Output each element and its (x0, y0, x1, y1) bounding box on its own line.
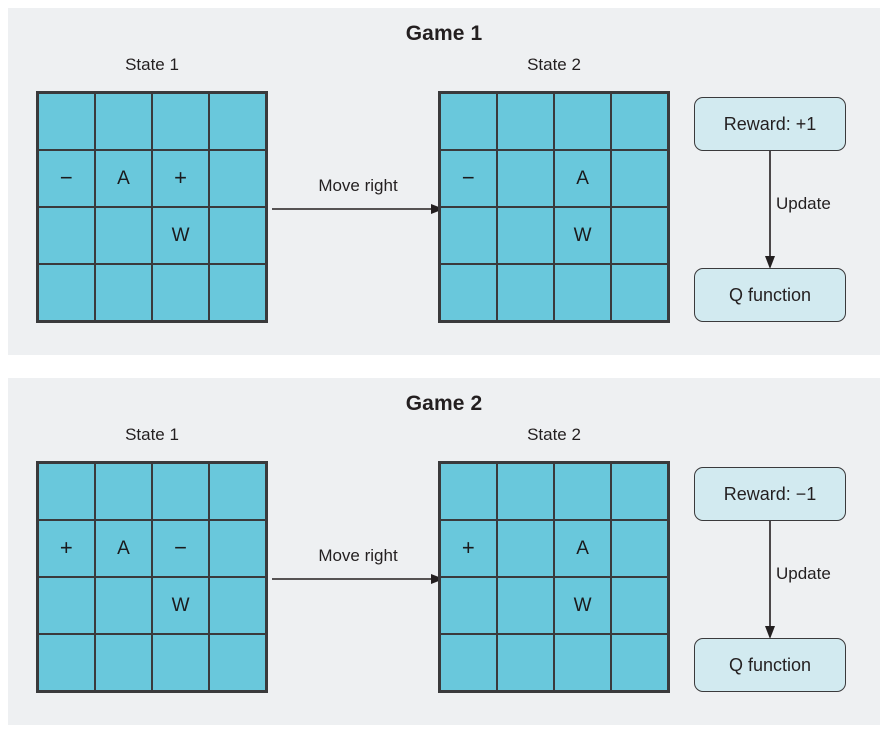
game-title: Game 2 (405, 392, 483, 415)
q-function-box: Q function (694, 638, 846, 692)
grid-cell (497, 264, 554, 321)
grid-cell (95, 207, 152, 264)
grid-cell-negative: − (152, 520, 209, 577)
grid-cell (611, 93, 668, 150)
grid-cell (95, 634, 152, 691)
state-2-label: State 2 (527, 425, 581, 444)
grid-cell (152, 93, 209, 150)
grid-cell (497, 463, 554, 520)
grid-cell (95, 264, 152, 321)
grid-cell (611, 463, 668, 520)
grid-cell (554, 264, 611, 321)
grid-cell (440, 264, 497, 321)
grid-cell (152, 634, 209, 691)
game-title: Game 1 (405, 22, 483, 45)
grid-cell (611, 264, 668, 321)
update-label: Update (776, 564, 831, 583)
game-panel-2: Game 2 State 1 State 2 + A − W Move righ… (8, 378, 880, 725)
grid-cell-agent: A (554, 520, 611, 577)
update-label: Update (776, 194, 831, 213)
state-1-grid: − A + W (36, 91, 268, 323)
grid-cell-negative: − (38, 150, 95, 207)
grid-cell (440, 93, 497, 150)
grid-cell (38, 463, 95, 520)
move-right-arrow-icon (272, 204, 444, 214)
grid-cell (440, 577, 497, 634)
reward-box: Reward: +1 (694, 97, 846, 151)
grid-cell (209, 264, 266, 321)
action-label: Move right (318, 546, 398, 565)
state-1-label: State 1 (125, 425, 179, 444)
grid-cell (209, 463, 266, 520)
grid-cell (611, 207, 668, 264)
grid-cell (554, 634, 611, 691)
reinforcement-learning-figure: Game 1 State 1 State 2 − A + W Move righ… (0, 0, 888, 731)
grid-cell (95, 93, 152, 150)
grid-cell-wall: W (554, 207, 611, 264)
grid-cell (497, 520, 554, 577)
move-right-arrow-icon (272, 574, 444, 584)
grid-cell (38, 207, 95, 264)
grid-cell-wall: W (152, 207, 209, 264)
grid-cell (611, 577, 668, 634)
grid-cell (497, 634, 554, 691)
grid-cell (554, 93, 611, 150)
grid-cell (440, 207, 497, 264)
grid-cell (611, 634, 668, 691)
state-2-grid: + A W (438, 461, 670, 693)
grid-cell (38, 577, 95, 634)
grid-cell (152, 264, 209, 321)
grid-cell (209, 150, 266, 207)
grid-cell (209, 634, 266, 691)
grid-cell (95, 577, 152, 634)
grid-cell (554, 463, 611, 520)
grid-cell (152, 463, 209, 520)
grid-cell-wall: W (554, 577, 611, 634)
grid-cell (497, 207, 554, 264)
grid-cell-positive: + (440, 520, 497, 577)
grid-cell (209, 207, 266, 264)
grid-cell (38, 264, 95, 321)
grid-cell (209, 577, 266, 634)
grid-cell-positive: + (152, 150, 209, 207)
grid-cell-positive: + (38, 520, 95, 577)
grid-cell-agent: A (95, 150, 152, 207)
state-2-label: State 2 (527, 55, 581, 74)
grid-cell-agent: A (95, 520, 152, 577)
grid-cell (38, 93, 95, 150)
grid-cell-negative: − (440, 150, 497, 207)
grid-cell (209, 93, 266, 150)
state-1-label: State 1 (125, 55, 179, 74)
grid-cell-agent: A (554, 150, 611, 207)
grid-cell (611, 520, 668, 577)
q-function-box: Q function (694, 268, 846, 322)
grid-cell (611, 150, 668, 207)
grid-cell (497, 93, 554, 150)
grid-cell (209, 520, 266, 577)
grid-cell (497, 577, 554, 634)
state-2-grid: − A W (438, 91, 670, 323)
grid-cell (95, 463, 152, 520)
grid-cell (440, 463, 497, 520)
reward-box: Reward: −1 (694, 467, 846, 521)
action-label: Move right (318, 176, 398, 195)
grid-cell (497, 150, 554, 207)
game-panel-1: Game 1 State 1 State 2 − A + W Move righ… (8, 8, 880, 355)
state-1-grid: + A − W (36, 461, 268, 693)
grid-cell (38, 634, 95, 691)
grid-cell (440, 634, 497, 691)
grid-cell-wall: W (152, 577, 209, 634)
